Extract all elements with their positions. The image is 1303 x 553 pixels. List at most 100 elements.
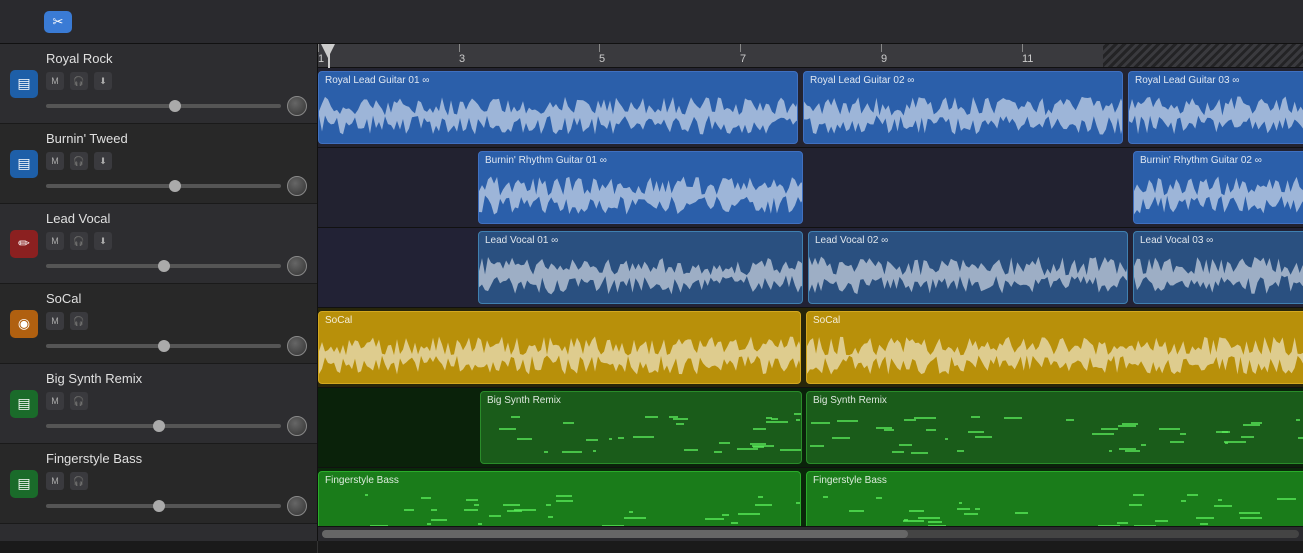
scroll-area[interactable] bbox=[318, 526, 1303, 541]
track-name-fingerstyle-bass: Fingerstyle Bass bbox=[46, 451, 307, 466]
clip-fingerstyle-bass-1[interactable]: Fingerstyle Bass bbox=[806, 471, 1303, 526]
track-mute-fingerstyle-bass[interactable]: M bbox=[46, 472, 64, 490]
clip-waveform-royal-rock-0 bbox=[319, 88, 797, 141]
track-pan-knob-lead-vocal[interactable] bbox=[287, 256, 307, 276]
track-icon-big-synth-remix: ▤ bbox=[10, 390, 38, 418]
track-volume-thumb-fingerstyle-bass[interactable] bbox=[153, 500, 165, 512]
track-row-big-synth-remix: Big Synth Remix Big Synth Remix bbox=[318, 388, 1303, 468]
clip-burnin-tweed-0[interactable]: Burnin' Rhythm Guitar 01 ∞ bbox=[478, 151, 803, 224]
clip-royal-rock-0[interactable]: Royal Lead Guitar 01 ∞ bbox=[318, 71, 798, 144]
track-volume-thumb-socal[interactable] bbox=[158, 340, 170, 352]
clip-label-royal-rock-0: Royal Lead Guitar 01 ∞ bbox=[325, 75, 429, 86]
bottom-right bbox=[318, 541, 1303, 553]
track-slider-container-socal bbox=[46, 336, 307, 356]
scroll-thumb[interactable] bbox=[322, 530, 908, 538]
track-icon-symbol-lead-vocal: ✏ bbox=[18, 235, 30, 252]
track-pan-knob-royal-rock[interactable] bbox=[287, 96, 307, 116]
ruler-mark-11: 11 bbox=[1022, 44, 1033, 67]
track-icon-symbol-big-synth-remix: ▤ bbox=[17, 395, 30, 412]
bottom-bar bbox=[0, 541, 1303, 553]
track-controls-lead-vocal: M 🎧 ⬇ bbox=[46, 232, 307, 250]
track-slider-container-royal-rock bbox=[46, 96, 307, 116]
clip-label-lead-vocal-1: Lead Vocal 02 ∞ bbox=[815, 235, 888, 246]
track-icon-symbol-fingerstyle-bass: ▤ bbox=[17, 475, 30, 492]
track-volume-slider-burnin-tweed[interactable] bbox=[46, 184, 281, 188]
track-row-fingerstyle-bass: Fingerstyle Bass Fingerstyle Bass bbox=[318, 468, 1303, 526]
track-mute-socal[interactable]: M bbox=[46, 312, 64, 330]
track-header-burnin-tweed: ▤ Burnin' Tweed M 🎧 ⬇ bbox=[0, 124, 317, 204]
clip-royal-rock-1[interactable]: Royal Lead Guitar 02 ∞ bbox=[803, 71, 1123, 144]
tracks-canvas[interactable]: Royal Lead Guitar 01 ∞ Royal Lead Guitar … bbox=[318, 68, 1303, 526]
track-mute-big-synth-remix[interactable]: M bbox=[46, 392, 64, 410]
clip-label-royal-rock-2: Royal Lead Guitar 03 ∞ bbox=[1135, 75, 1239, 86]
track-record-lead-vocal[interactable]: ⬇ bbox=[94, 232, 112, 250]
track-mute-royal-rock[interactable]: M bbox=[46, 72, 64, 90]
track-volume-thumb-royal-rock[interactable] bbox=[169, 100, 181, 112]
track-pan-knob-socal[interactable] bbox=[287, 336, 307, 356]
ruler-mark-3: 3 bbox=[459, 44, 465, 67]
clip-label-lead-vocal-2: Lead Vocal 03 ∞ bbox=[1140, 235, 1213, 246]
track-name-burnin-tweed: Burnin' Tweed bbox=[46, 131, 307, 146]
track-mute-lead-vocal[interactable]: M bbox=[46, 232, 64, 250]
track-controls-burnin-tweed: M 🎧 ⬇ bbox=[46, 152, 307, 170]
track-mute-burnin-tweed[interactable]: M bbox=[46, 152, 64, 170]
clip-burnin-tweed-1[interactable]: Burnin' Rhythm Guitar 02 ∞ bbox=[1133, 151, 1303, 224]
clip-lead-vocal-1[interactable]: Lead Vocal 02 ∞ bbox=[808, 231, 1128, 304]
track-pan-knob-burnin-tweed[interactable] bbox=[287, 176, 307, 196]
clip-royal-rock-2[interactable]: Royal Lead Guitar 03 ∞ bbox=[1128, 71, 1303, 144]
clip-label-burnin-tweed-1: Burnin' Rhythm Guitar 02 ∞ bbox=[1140, 155, 1262, 166]
clip-fingerstyle-bass-0[interactable]: Fingerstyle Bass bbox=[318, 471, 801, 526]
track-pan-knob-big-synth-remix[interactable] bbox=[287, 416, 307, 436]
track-headphone-socal[interactable]: 🎧 bbox=[70, 312, 88, 330]
ruler-mark-5: 5 bbox=[599, 44, 605, 67]
track-headphone-lead-vocal[interactable]: 🎧 bbox=[70, 232, 88, 250]
timeline-area: 13579111315 Royal Lead Guitar 01 ∞Royal … bbox=[318, 44, 1303, 541]
track-list: ▤ Royal Rock M 🎧 ⬇ ▤ Burnin' Tweed M bbox=[0, 44, 318, 541]
track-icon-lead-vocal: ✏ bbox=[10, 230, 38, 258]
clip-waveform-lead-vocal-0 bbox=[479, 248, 802, 301]
track-headphone-royal-rock[interactable]: 🎧 bbox=[70, 72, 88, 90]
clip-big-synth-remix-0[interactable]: Big Synth Remix bbox=[480, 391, 802, 464]
clip-waveform-fingerstyle-bass-0 bbox=[319, 488, 800, 526]
clip-waveform-socal-1 bbox=[807, 328, 1303, 381]
clip-label-big-synth-remix-1: Big Synth Remix bbox=[813, 395, 887, 406]
track-record-royal-rock[interactable]: ⬇ bbox=[94, 72, 112, 90]
track-volume-slider-fingerstyle-bass[interactable] bbox=[46, 504, 281, 508]
track-volume-thumb-lead-vocal[interactable] bbox=[158, 260, 170, 272]
track-headphone-burnin-tweed[interactable]: 🎧 bbox=[70, 152, 88, 170]
smart-controls-button[interactable]: ✂ bbox=[44, 11, 72, 33]
track-icon-burnin-tweed: ▤ bbox=[10, 150, 38, 178]
track-controls-socal: M 🎧 bbox=[46, 312, 307, 330]
track-row-lead-vocal: Lead Vocal 01 ∞ Lead Vocal 02 ∞ Lead Vocal… bbox=[318, 228, 1303, 308]
track-controls-fingerstyle-bass: M 🎧 bbox=[46, 472, 307, 490]
track-volume-thumb-burnin-tweed[interactable] bbox=[169, 180, 181, 192]
ruler-mark-1: 1 bbox=[318, 44, 324, 67]
track-info-fingerstyle-bass: Fingerstyle Bass M 🎧 bbox=[46, 451, 307, 516]
clip-lead-vocal-2[interactable]: Lead Vocal 03 ∞ bbox=[1133, 231, 1303, 304]
track-record-burnin-tweed[interactable]: ⬇ bbox=[94, 152, 112, 170]
clip-label-fingerstyle-bass-1: Fingerstyle Bass bbox=[813, 475, 887, 486]
clip-socal-1[interactable]: SoCal bbox=[806, 311, 1303, 384]
clip-waveform-royal-rock-2 bbox=[1129, 88, 1303, 141]
track-volume-slider-lead-vocal[interactable] bbox=[46, 264, 281, 268]
clip-label-big-synth-remix-0: Big Synth Remix bbox=[487, 395, 561, 406]
track-name-socal: SoCal bbox=[46, 291, 307, 306]
track-headphone-fingerstyle-bass[interactable]: 🎧 bbox=[70, 472, 88, 490]
track-pan-knob-fingerstyle-bass[interactable] bbox=[287, 496, 307, 516]
track-volume-slider-royal-rock[interactable] bbox=[46, 104, 281, 108]
clip-waveform-lead-vocal-2 bbox=[1134, 248, 1303, 301]
clip-label-burnin-tweed-0: Burnin' Rhythm Guitar 01 ∞ bbox=[485, 155, 607, 166]
scroll-track[interactable] bbox=[322, 530, 1299, 538]
clip-label-socal-1: SoCal bbox=[813, 315, 840, 326]
track-volume-thumb-big-synth-remix[interactable] bbox=[153, 420, 165, 432]
track-volume-slider-big-synth-remix[interactable] bbox=[46, 424, 281, 428]
clip-socal-0[interactable]: SoCal bbox=[318, 311, 801, 384]
add-track-button[interactable] bbox=[8, 8, 36, 36]
clip-lead-vocal-0[interactable]: Lead Vocal 01 ∞ bbox=[478, 231, 803, 304]
track-header-royal-rock: ▤ Royal Rock M 🎧 ⬇ bbox=[0, 44, 317, 124]
clip-waveform-burnin-tweed-0 bbox=[479, 168, 802, 221]
track-headphone-big-synth-remix[interactable]: 🎧 bbox=[70, 392, 88, 410]
track-volume-slider-socal[interactable] bbox=[46, 344, 281, 348]
track-icon-symbol-royal-rock: ▤ bbox=[17, 75, 30, 92]
clip-big-synth-remix-1[interactable]: Big Synth Remix bbox=[806, 391, 1303, 464]
